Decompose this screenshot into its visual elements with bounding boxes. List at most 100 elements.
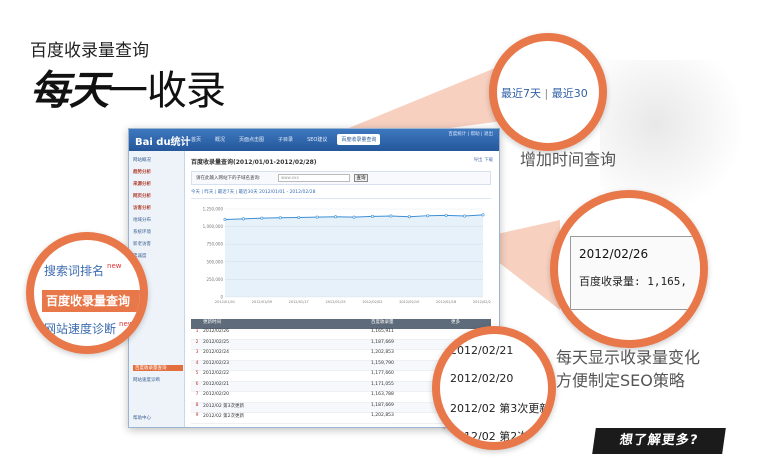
tab-index-query[interactable]: 百度收录量查询 (337, 134, 381, 145)
nav-tabs: 首页 概况 页面点击图 子目录 SEO建议 百度收录量查询 (187, 134, 381, 145)
sidebar-item[interactable]: 网站速度诊断 (133, 377, 183, 383)
sidebar-group[interactable]: 来源分析 (133, 181, 183, 187)
row-date: 2012/02/26 (203, 329, 229, 334)
menu-speed-check-label: 网站速度诊断 (44, 322, 117, 336)
table-header-cell: 更新时间 (203, 320, 221, 325)
data-point (407, 215, 411, 219)
sidebar-group[interactable]: 趋势分析 (133, 169, 183, 175)
row-index: 7 (195, 392, 199, 397)
tab-home[interactable]: 首页 (187, 134, 205, 145)
row-index: 8 (195, 402, 199, 408)
content-title: 百度收录量查询(2012/01/01-2012/02/28) (191, 159, 317, 166)
sidebar-item[interactable]: 忠诚度 (133, 253, 183, 259)
index-count-chart: 0 250,000 500,000 750,000 1,000,000 1,250,000… (203, 207, 491, 305)
row-value: 1,187,669 (371, 339, 394, 345)
tab-overview[interactable]: 概况 (211, 134, 229, 145)
row-date: 2012/02 第3次更新 (203, 403, 244, 409)
table-row: 1 2012/02/26 1,165,911 (191, 329, 491, 340)
sidebar-group[interactable]: 访客分析 (133, 205, 183, 211)
row-date: 2012/02 第2次更新 (203, 414, 244, 419)
baidu-tongji-logo: Bai du统计 (135, 137, 191, 148)
data-point (278, 216, 282, 220)
sidebar-help[interactable]: 帮助中心 (133, 415, 183, 421)
tab-subdir[interactable]: 子目录 (274, 134, 297, 145)
data-point (389, 214, 393, 218)
data-point (370, 214, 374, 218)
table-header-cell: 更多 (451, 320, 460, 325)
row-index: 6 (195, 381, 199, 387)
zoom-row: 2012/02/21 (450, 344, 514, 357)
row-index: 3 (195, 350, 199, 355)
subdomain-input[interactable]: www.xxx (278, 174, 350, 182)
menu-speed-check[interactable]: 网站速度诊断 new (44, 320, 133, 337)
zoom-row: 2012/02/20 (450, 372, 514, 385)
zoom-row: 2012/02 第3次更新 (450, 402, 551, 415)
row-date: 2012/02/24 (203, 350, 229, 355)
table-header-cell (191, 319, 203, 329)
last-7-days-link[interactable]: 最近7天 (501, 87, 541, 100)
data-point (352, 215, 356, 219)
date-range-bar[interactable]: 今天 | 昨天 | 最近7天 | 最近30天 2012/01/01 - 2012… (191, 189, 491, 199)
data-point (260, 216, 264, 220)
x-tick-label: 2012/01/09 (252, 300, 272, 304)
x-tick-label: 2012/01/01 (215, 300, 235, 304)
last-30-days-link[interactable]: 最近30 (552, 87, 588, 100)
time-range-links: 最近7天 | 最近30 (501, 85, 588, 101)
sidebar-group[interactable]: 网页分析 (133, 193, 183, 199)
x-tick-label: 2012/01/17 (289, 300, 309, 304)
row-date: 2012/02/21 (203, 381, 229, 387)
data-point (223, 218, 227, 222)
new-badge: new (107, 262, 122, 270)
row-date: 2012/02/22 (203, 371, 229, 376)
y-tick-label: 0 (220, 295, 223, 300)
row-date: 2012/02/20 (203, 392, 229, 397)
series-area (225, 214, 483, 297)
tooltip-date: 2012/02/26 (579, 247, 649, 261)
menu-keyword-rank[interactable]: 搜索词排名 new (44, 262, 121, 279)
top-links[interactable]: 百度统计 | 帮助 | 退出 (448, 131, 493, 137)
zoom-menu: 搜索词排名 new 百度收录量查询 网站速度诊断 new (26, 232, 148, 354)
zoom-row: 2012/02 第2次更新 (450, 430, 551, 443)
data-point (315, 215, 319, 219)
search-button[interactable]: 查询 (354, 174, 368, 182)
sidebar-item[interactable]: 地域分布 (133, 217, 183, 223)
tab-heatmap[interactable]: 页面点击图 (235, 134, 268, 145)
table-header-cell: 百度收录量 (371, 320, 394, 325)
row-date: 2012/02/23 (203, 360, 229, 366)
separator: | (544, 87, 549, 100)
y-tick-label: 1,250,000 (203, 207, 224, 212)
chart-tooltip: 2012/02/26 百度收录量: 1,165, (570, 236, 700, 310)
x-tick-label: 2012/01/25 (325, 300, 345, 304)
data-point (426, 214, 430, 218)
sidebar-item[interactable]: 网站概况 (133, 157, 183, 163)
data-point (297, 215, 301, 219)
sidebar-item[interactable]: 系统环境 (133, 229, 183, 235)
row-index: 9 (195, 413, 199, 418)
zoom-time-query: 最近7天 | 最近30 (489, 33, 607, 151)
y-tick-label: 1,000,000 (203, 224, 224, 229)
new-badge: new (119, 320, 134, 328)
search-label: 请在此输入网站下的子域名查询: (196, 176, 261, 181)
x-tick-label: 2012/02/18 (436, 300, 456, 304)
x-tick-label: 2012/02/02 (362, 300, 382, 304)
caption-time-query: 增加时间查询 (520, 150, 617, 169)
data-point (241, 217, 245, 221)
content-tools[interactable]: 导出 下载 (474, 157, 493, 163)
data-point (334, 215, 338, 219)
menu-keyword-rank-label: 搜索词排名 (44, 264, 105, 278)
y-tick-label: 500,000 (206, 259, 223, 264)
row-index: 5 (195, 371, 199, 376)
tooltip-value: 百度收录量: 1,165, (579, 275, 687, 288)
caption-daily-line2: 方便制定SEO策略 (556, 371, 685, 390)
menu-index-query[interactable]: 百度收录量查询 (42, 290, 140, 312)
x-tick-label: 2012/02/10 (399, 300, 419, 304)
zoom-table-rows: 2012/02/21 2012/02/20 2012/02 第3次更新 2012… (432, 326, 556, 450)
data-point (463, 214, 467, 218)
sidebar-item[interactable]: 新老访客 (133, 241, 183, 247)
learn-more-button[interactable]: 想了解更多? (592, 428, 726, 454)
sidebar-item-active[interactable]: 百度收录量查询 (133, 365, 183, 371)
y-tick-label: 750,000 (206, 242, 223, 247)
tab-seo[interactable]: SEO建议 (303, 134, 331, 145)
data-point (444, 213, 448, 217)
search-bar: 请在此输入网站下的子域名查询: www.xxx 查询 (191, 171, 491, 185)
